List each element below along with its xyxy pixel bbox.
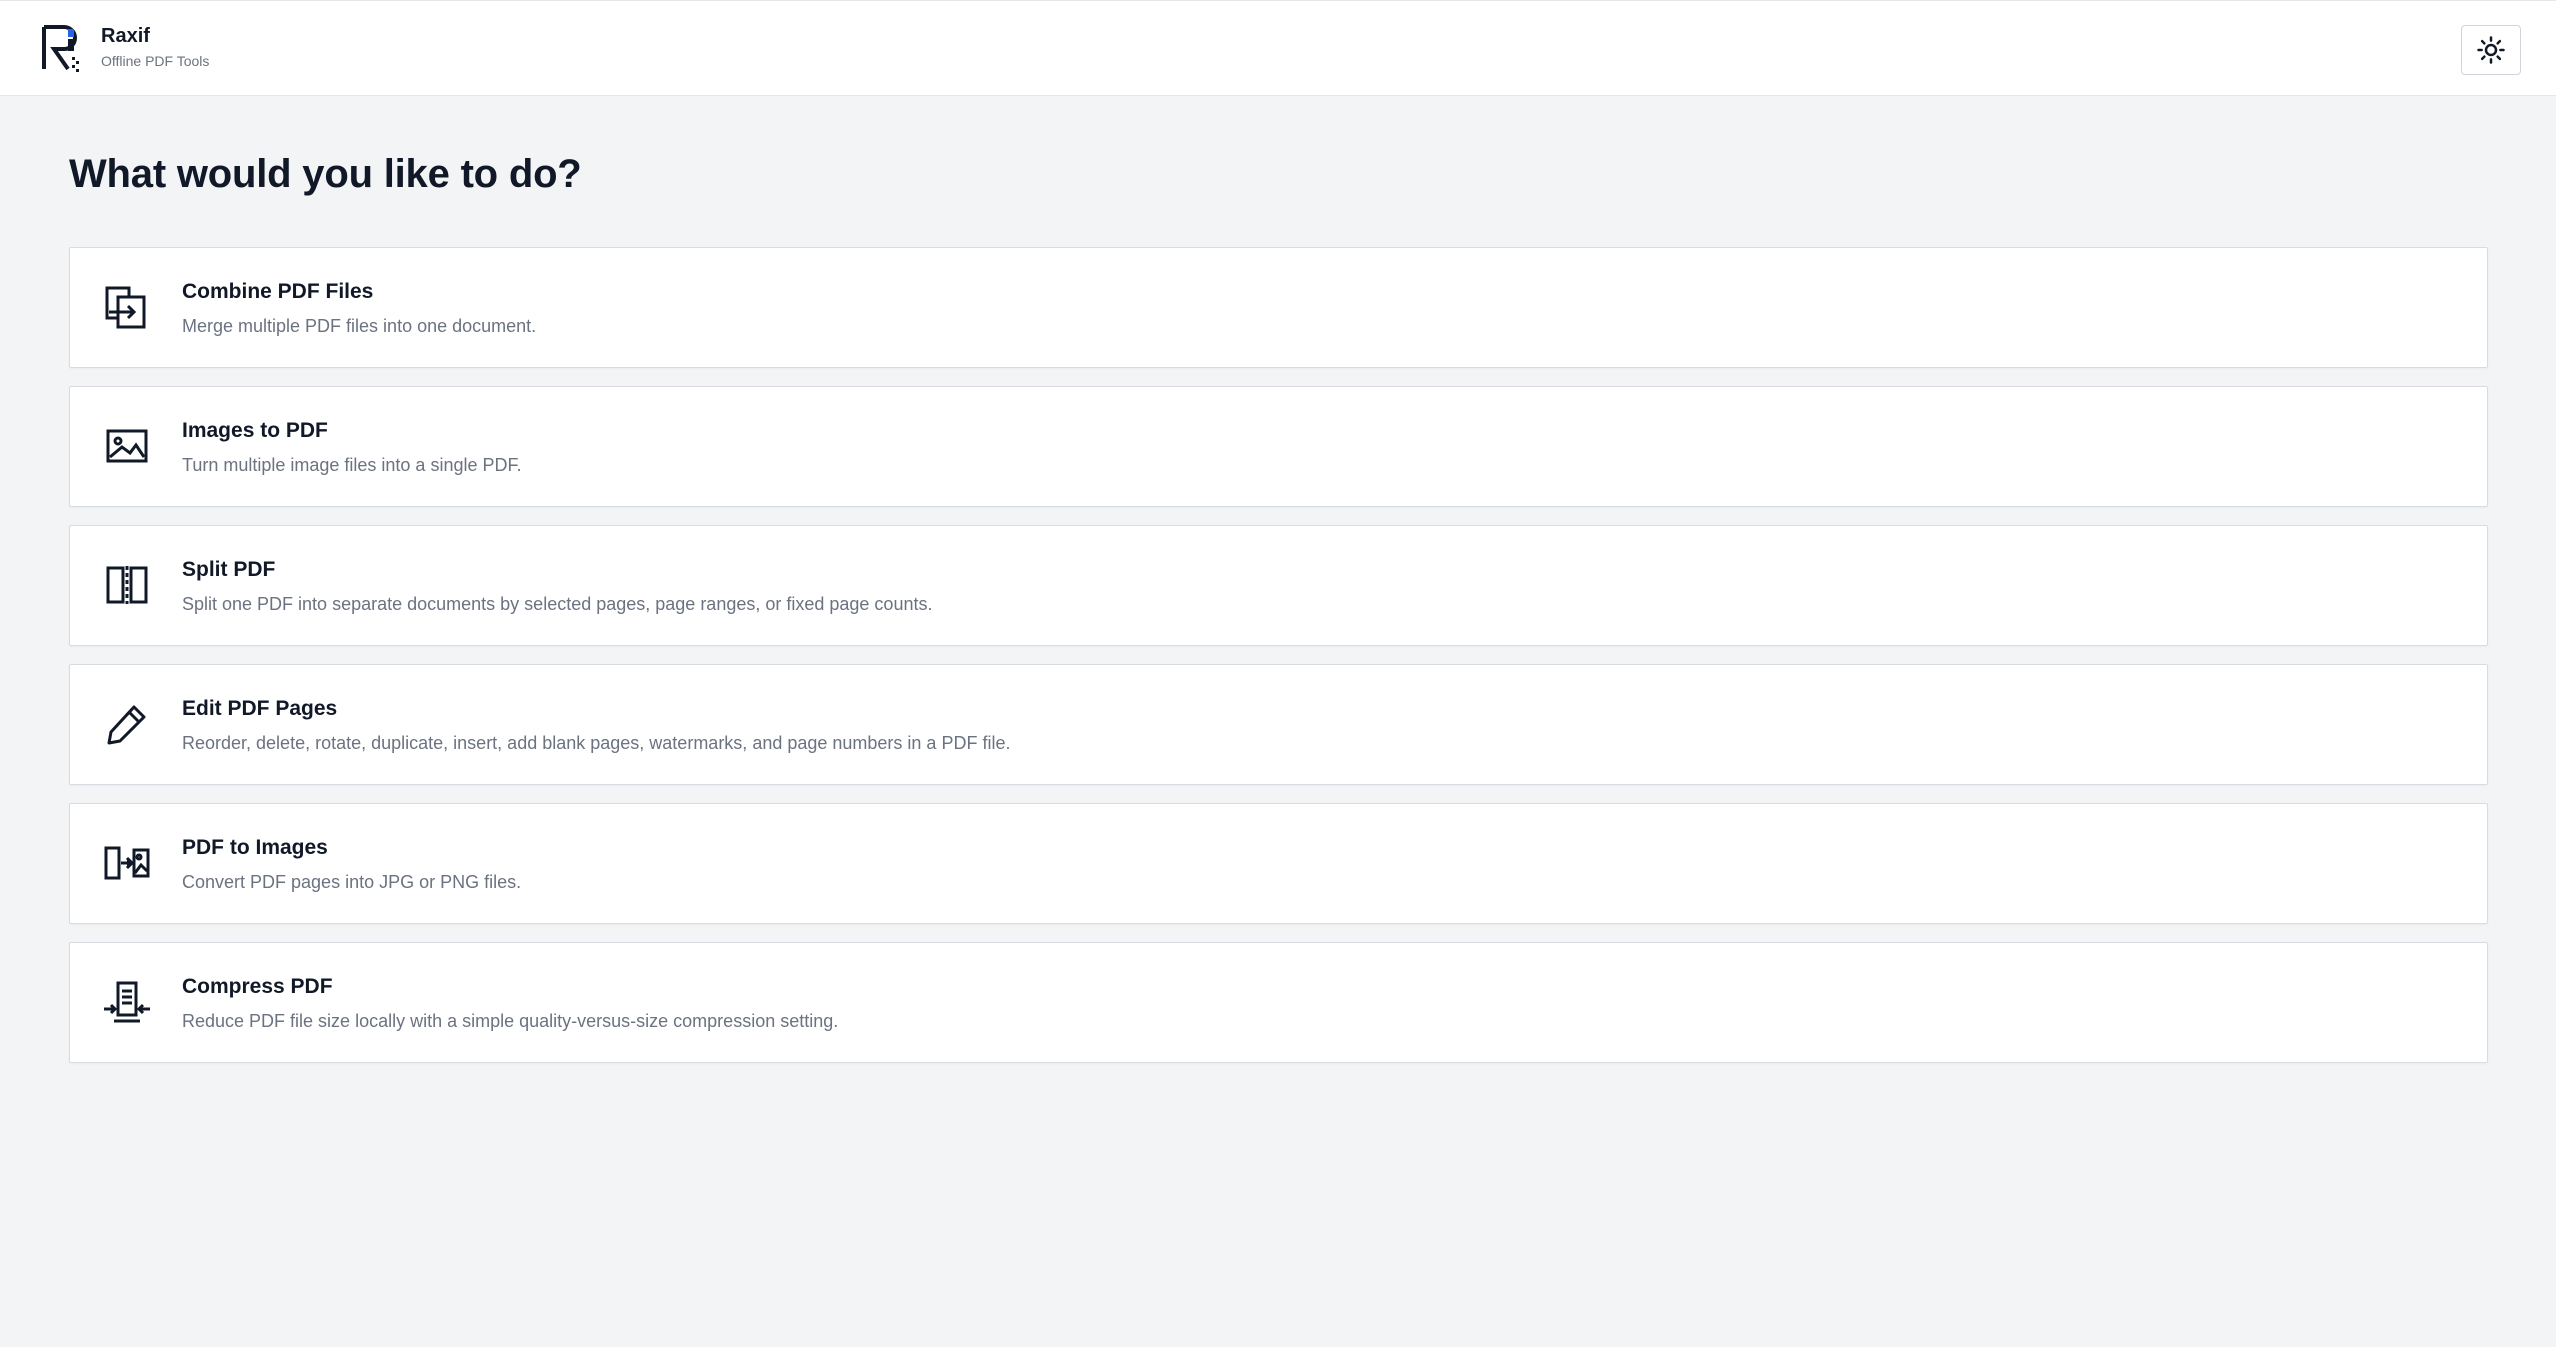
tool-description: Convert PDF pages into JPG or PNG files.: [182, 872, 522, 892]
theme-toggle-button[interactable]: [2461, 25, 2521, 75]
tool-description: Reduce PDF file size locally with a simp…: [182, 1011, 839, 1031]
tool-description: Split one PDF into separate documents by…: [182, 594, 933, 614]
tool-description: Turn multiple image files into a single …: [182, 455, 522, 475]
app-header: Raxif Offline PDF Tools: [0, 0, 2556, 96]
tool-description: Reorder, delete, rotate, duplicate, inse…: [182, 733, 1011, 753]
sun-icon: [2477, 36, 2505, 64]
compress-icon: [104, 981, 150, 1023]
pencil-icon: [107, 705, 146, 745]
pdf-to-image-icon: [104, 846, 150, 880]
tool-title: Images to PDF: [182, 419, 328, 442]
tool-card-combine-pdf[interactable]: Combine PDF Files Merge multiple PDF fil…: [69, 247, 2488, 368]
tool-card-edit-pdf-pages[interactable]: Edit PDF Pages Reorder, delete, rotate, …: [69, 664, 2488, 785]
split-icon: [106, 566, 148, 604]
app-subtitle: Offline PDF Tools: [101, 53, 210, 69]
tool-card-split-pdf[interactable]: Split PDF Split one PDF into separate do…: [69, 525, 2488, 646]
tool-title: Edit PDF Pages: [182, 697, 338, 720]
tool-title: Compress PDF: [182, 975, 333, 998]
tool-title: Split PDF: [182, 558, 276, 581]
image-icon: [106, 429, 148, 463]
page-title: What would you like to do?: [69, 152, 582, 196]
raxif-logo-icon[interactable]: [40, 25, 82, 73]
combine-files-icon: [105, 286, 146, 329]
tool-description: Merge multiple PDF files into one docume…: [182, 316, 537, 336]
tool-card-compress-pdf[interactable]: Compress PDF Reduce PDF file size locall…: [69, 942, 2488, 1063]
tool-title: PDF to Images: [182, 836, 328, 859]
tool-title: Combine PDF Files: [182, 280, 374, 303]
tool-card-pdf-to-images[interactable]: PDF to Images Convert PDF pages into JPG…: [69, 803, 2488, 924]
app-name: Raxif: [101, 25, 150, 47]
tool-card-images-to-pdf[interactable]: Images to PDF Turn multiple image files …: [69, 386, 2488, 507]
tool-list: Combine PDF Files Merge multiple PDF fil…: [69, 247, 2488, 1081]
